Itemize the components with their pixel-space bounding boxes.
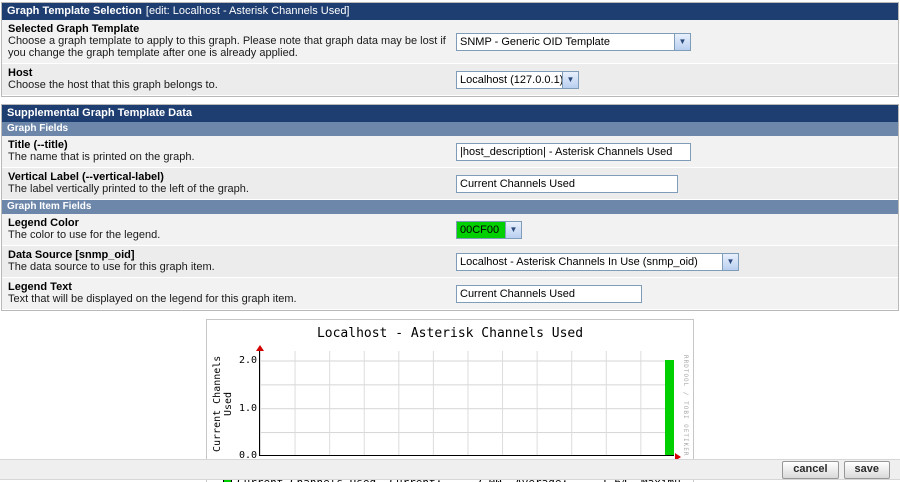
y-axis-arrow-icon: [256, 345, 264, 351]
field-label: Legend Text: [8, 281, 72, 293]
graph-template-selection-section: Graph Template Selection [edit: Localhost…: [1, 2, 899, 97]
cacti-graph-edit-page: Graph Template Selection [edit: Localhost…: [0, 0, 900, 482]
field-label-cell: Host Choose the host that this graph bel…: [2, 64, 452, 95]
field-label-cell: Data Source [snmp_oid] The data source t…: [2, 246, 452, 277]
section-header-supplemental: Supplemental Graph Template Data: [2, 105, 898, 122]
rrdtool-graph-image: Localhost - Asterisk Channels Used Curre…: [206, 319, 694, 482]
cancel-button[interactable]: cancel: [782, 460, 839, 479]
section-header-graph-template-selection: Graph Template Selection [edit: Localhost…: [2, 3, 898, 20]
field-input-cell: SNMP - Generic OID Template ▼: [452, 20, 898, 63]
section-title: Graph Template Selection: [7, 5, 142, 17]
row-selected-graph-template: Selected Graph Template Choose a graph t…: [2, 20, 898, 64]
data-source-select[interactable]: Localhost - Asterisk Channels In Use (sn…: [456, 252, 739, 271]
section-title: Supplemental Graph Template Data: [7, 107, 193, 119]
graph-preview-area: Localhost - Asterisk Channels Used Curre…: [0, 319, 900, 482]
chevron-down-icon: ▼: [674, 33, 690, 50]
field-input-cell: [452, 136, 898, 167]
field-input-cell: [452, 168, 898, 199]
graph-data-bar: [665, 360, 674, 455]
chevron-down-icon: ▼: [505, 221, 521, 238]
field-description: Choose a graph template to apply to this…: [8, 35, 446, 59]
field-description: Choose the host that this graph belongs …: [8, 79, 218, 91]
graph-plot-area: [259, 351, 674, 456]
vertical-label-input[interactable]: [456, 174, 678, 193]
y-tick-label: 1.0: [238, 403, 257, 414]
supplemental-graph-template-data-section: Supplemental Graph Template Data Graph F…: [1, 104, 899, 311]
row-host: Host Choose the host that this graph bel…: [2, 64, 898, 96]
graph-title: Localhost - Asterisk Channels Used: [316, 326, 584, 341]
subheader-graph-fields: Graph Fields: [2, 122, 898, 136]
field-label: Legend Color: [8, 217, 79, 229]
section-edit-note: [edit: Localhost - Asterisk Channels Use…: [145, 5, 350, 17]
rrdtool-watermark: RRDTOOL / TOBI OETIKER: [682, 355, 689, 457]
field-input-cell: [452, 278, 898, 309]
chevron-down-icon: ▼: [562, 71, 578, 88]
field-description: The label vertically printed to the left…: [8, 183, 249, 195]
legend-text-input[interactable]: [456, 284, 642, 303]
field-label-cell: Vertical Label (--vertical-label) The la…: [2, 168, 452, 199]
row-data-source: Data Source [snmp_oid] The data source t…: [2, 246, 898, 278]
field-label: Selected Graph Template: [8, 23, 140, 35]
row-vertical-label: Vertical Label (--vertical-label) The la…: [2, 168, 898, 200]
legend-color-select[interactable]: 00CF00 ▼: [456, 220, 522, 239]
field-label-cell: Legend Text Text that will be displayed …: [2, 278, 452, 309]
graph-template-select-value: SNMP - Generic OID Template: [460, 35, 610, 48]
field-description: The name that is printed on the graph.: [8, 151, 195, 163]
field-input-cell: Localhost - Asterisk Channels In Use (sn…: [452, 246, 898, 277]
data-source-select-value: Localhost - Asterisk Channels In Use (sn…: [460, 255, 698, 268]
field-label: Host: [8, 67, 33, 79]
y-tick-label: 2.0: [238, 355, 257, 366]
graph-canvas: Current Channels Used 2.0 1.0 0.0 02:00 …: [209, 345, 691, 472]
row-legend-color: Legend Color The color to use for the le…: [2, 214, 898, 246]
save-button[interactable]: save: [843, 460, 890, 479]
host-select[interactable]: Localhost (127.0.0.1) ▼: [456, 70, 579, 89]
row-legend-text: Legend Text Text that will be displayed …: [2, 278, 898, 310]
chevron-down-icon: ▼: [722, 253, 738, 270]
field-description: Text that will be displayed on the legen…: [8, 293, 297, 305]
field-label: Vertical Label (--vertical-label): [8, 171, 164, 183]
field-label-cell: Selected Graph Template Choose a graph t…: [2, 20, 452, 63]
field-label-cell: Legend Color The color to use for the le…: [2, 214, 452, 245]
field-description: The data source to use for this graph it…: [8, 261, 215, 273]
field-label-cell: Title (--title) The name that is printed…: [2, 136, 452, 167]
row-title: Title (--title) The name that is printed…: [2, 136, 898, 168]
graph-template-select[interactable]: SNMP - Generic OID Template ▼: [456, 32, 691, 51]
subheader-graph-item-fields: Graph Item Fields: [2, 200, 898, 214]
action-bar: cancel save: [0, 459, 900, 480]
title-input[interactable]: [456, 142, 691, 161]
legend-color-select-value: 00CF00: [457, 221, 505, 238]
field-input-cell: 00CF00 ▼: [452, 214, 898, 245]
field-input-cell: Localhost (127.0.0.1) ▼: [452, 64, 898, 95]
field-description: The color to use for the legend.: [8, 229, 161, 241]
field-label: Title (--title): [8, 139, 68, 151]
field-label: Data Source [snmp_oid]: [8, 249, 135, 261]
host-select-value: Localhost (127.0.0.1): [460, 73, 562, 86]
